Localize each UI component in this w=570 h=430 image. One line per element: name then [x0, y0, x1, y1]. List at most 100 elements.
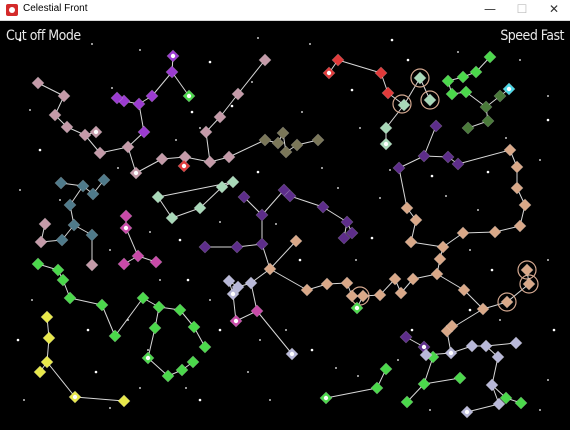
planet-node[interactable] [456, 70, 470, 84]
planet-node[interactable] [513, 219, 527, 233]
planet-node[interactable] [311, 133, 325, 147]
planet-node[interactable] [493, 89, 507, 103]
planet-node[interactable] [488, 225, 502, 239]
planet-node[interactable] [479, 100, 493, 114]
planet-node[interactable] [350, 301, 364, 315]
planet-node[interactable] [151, 190, 165, 204]
planet-node[interactable] [518, 198, 532, 212]
planet-node[interactable] [56, 273, 70, 287]
planet-node[interactable] [250, 304, 264, 318]
planet-node[interactable] [374, 66, 388, 80]
planet-node[interactable] [500, 295, 514, 309]
planet-node[interactable] [76, 179, 90, 193]
planet-node[interactable] [290, 138, 304, 152]
planet-node[interactable] [230, 240, 244, 254]
planet-node[interactable] [436, 240, 450, 254]
planet-node[interactable] [460, 405, 474, 419]
planet-node[interactable] [514, 396, 528, 410]
planet-node[interactable] [319, 391, 333, 405]
planet-node[interactable] [203, 155, 217, 169]
planet-node[interactable] [34, 235, 48, 249]
planet-node[interactable] [276, 126, 290, 140]
planet-node[interactable] [165, 65, 179, 79]
planet-node[interactable] [198, 240, 212, 254]
planet-node[interactable] [182, 89, 196, 103]
planet-node[interactable] [502, 82, 516, 96]
planet-node[interactable] [417, 149, 431, 163]
planet-node[interactable] [300, 283, 314, 297]
planet-node[interactable] [108, 329, 122, 343]
planet-node[interactable] [33, 365, 47, 379]
planet-node[interactable] [522, 277, 536, 291]
planet-node[interactable] [165, 211, 179, 225]
planet-node[interactable] [148, 321, 162, 335]
planet-node[interactable] [54, 176, 68, 190]
planet-node[interactable] [67, 218, 81, 232]
planet-node[interactable] [186, 355, 200, 369]
planet-node[interactable] [423, 93, 437, 107]
planet-node[interactable] [51, 263, 65, 277]
planet-node[interactable] [155, 152, 169, 166]
planet-node[interactable] [57, 89, 71, 103]
planet-node[interactable] [175, 363, 189, 377]
planet-node[interactable] [331, 53, 345, 67]
planet-node[interactable] [520, 263, 534, 277]
planet-node[interactable] [187, 320, 201, 334]
planet-node[interactable] [258, 133, 272, 147]
planet-node[interactable] [95, 298, 109, 312]
planet-node[interactable] [503, 143, 517, 157]
planet-node[interactable] [119, 221, 133, 235]
planet-node[interactable] [149, 255, 163, 269]
maximize-button[interactable]: ☐ [506, 0, 538, 20]
planet-node[interactable] [117, 257, 131, 271]
star-map-canvas[interactable] [0, 21, 570, 430]
planet-node[interactable] [38, 217, 52, 231]
title-bar[interactable]: Celestial Front — ☐ ✕ [0, 0, 570, 21]
minimize-button[interactable]: — [474, 0, 506, 20]
planet-node[interactable] [68, 390, 82, 404]
planet-node[interactable] [413, 71, 427, 85]
planet-node[interactable] [285, 347, 299, 361]
planet-node[interactable] [222, 274, 236, 288]
planet-node[interactable] [404, 235, 418, 249]
planet-node[interactable] [93, 146, 107, 160]
planet-node[interactable] [173, 303, 187, 317]
planet-node[interactable] [152, 300, 166, 314]
planet-node[interactable] [85, 258, 99, 272]
planet-node[interactable] [129, 166, 143, 180]
planet-node[interactable] [40, 310, 54, 324]
star-map[interactable] [0, 21, 570, 430]
planet-node[interactable] [381, 86, 395, 100]
planet-node[interactable] [392, 161, 406, 175]
planet-node[interactable] [222, 150, 236, 164]
planet-node[interactable] [145, 89, 159, 103]
planet-node[interactable] [132, 97, 146, 111]
planet-node[interactable] [461, 121, 475, 135]
planet-node[interactable] [63, 198, 77, 212]
planet-node[interactable] [444, 346, 458, 360]
planet-node[interactable] [42, 331, 56, 345]
planet-node[interactable] [356, 289, 370, 303]
planet-node[interactable] [441, 74, 455, 88]
planet-node[interactable] [119, 209, 133, 223]
planet-node[interactable] [31, 76, 45, 90]
planet-node[interactable] [244, 276, 258, 290]
planet-node[interactable] [345, 289, 359, 303]
planet-node[interactable] [316, 200, 330, 214]
planet-node[interactable] [258, 53, 272, 67]
planet-node[interactable] [63, 291, 77, 305]
planet-node[interactable] [399, 330, 413, 344]
planet-node[interactable] [451, 157, 465, 171]
planet-node[interactable] [231, 87, 245, 101]
planet-node[interactable] [481, 114, 495, 128]
planet-node[interactable] [340, 215, 354, 229]
planet-node[interactable] [441, 150, 455, 164]
close-button[interactable]: ✕ [538, 0, 570, 20]
planet-node[interactable] [97, 173, 111, 187]
planet-node[interactable] [379, 137, 393, 151]
planet-node[interactable] [459, 85, 473, 99]
planet-node[interactable] [322, 66, 336, 80]
planet-node[interactable] [198, 340, 212, 354]
planet-node[interactable] [453, 371, 467, 385]
planet-node[interactable] [409, 213, 423, 227]
